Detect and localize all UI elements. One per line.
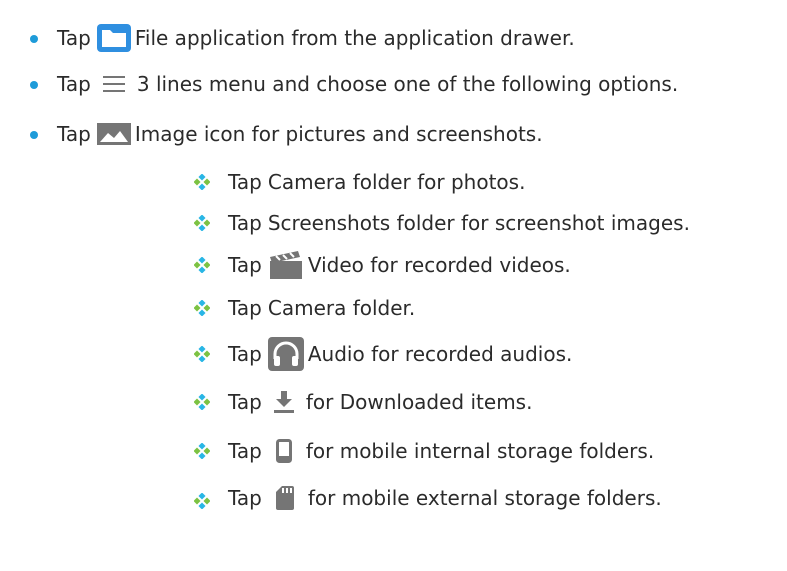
sub-list-item: Tap Audio for recorded audios.	[228, 334, 572, 374]
diamond-bullet-icon	[194, 443, 210, 459]
diamond-bullet-icon	[194, 215, 210, 231]
sd-card-icon	[275, 486, 294, 510]
item-prefix: Tap	[228, 439, 262, 463]
sub-list-item: Tap Video for recorded videos.	[228, 245, 571, 285]
list-item: Tap File application from the applicatio…	[57, 18, 575, 58]
sub-list-item: Tap Camera folder.	[228, 288, 415, 328]
item-text: Camera folder for photos.	[267, 170, 526, 194]
headphones-icon	[267, 337, 304, 371]
bullet-dot	[30, 131, 38, 139]
diamond-bullet-icon	[194, 174, 210, 190]
item-text: 3 lines menu and choose one of the follo…	[136, 72, 679, 96]
bullet-dot	[30, 81, 38, 89]
item-text: for Downloaded items.	[305, 390, 533, 414]
sub-list-item: Tap Screenshots folder for screenshot im…	[228, 203, 690, 243]
sub-list-item: Tap for Downloaded items.	[228, 382, 532, 422]
menu-icon	[102, 76, 125, 92]
sub-list-item: Tap for mobile external storage folders.	[228, 478, 662, 518]
video-icon	[268, 251, 304, 279]
item-text: Camera folder.	[267, 296, 416, 320]
phone-icon	[275, 439, 292, 463]
item-prefix: Tap	[57, 122, 91, 146]
sub-list-item: Tap Camera folder for photos.	[228, 162, 525, 202]
item-prefix: Tap	[228, 253, 262, 277]
item-text: Audio for recorded audios.	[307, 342, 573, 366]
diamond-bullet-icon	[194, 493, 210, 509]
item-prefix: Tap	[57, 26, 91, 50]
instructions-document: Tap File application from the applicatio…	[0, 0, 787, 571]
list-item: Tap 3 lines menu and choose one of the f…	[57, 64, 678, 104]
bullet-dot	[30, 35, 38, 43]
item-prefix: Tap	[228, 342, 262, 366]
download-icon	[273, 391, 294, 413]
item-prefix: Tap	[228, 296, 262, 320]
item-text: Image icon for pictures and screenshots.	[134, 122, 543, 146]
list-item: Tap Image icon for pictures and screensh…	[57, 114, 543, 154]
item-text: Video for recorded videos.	[307, 253, 571, 277]
item-text: Screenshots folder for screenshot images…	[267, 211, 690, 235]
diamond-bullet-icon	[194, 346, 210, 362]
item-text: for mobile external storage folders.	[307, 486, 662, 510]
item-prefix: Tap	[228, 170, 262, 194]
item-prefix: Tap	[228, 211, 262, 235]
diamond-bullet-icon	[194, 257, 210, 273]
item-text: for mobile internal storage folders.	[305, 439, 655, 463]
diamond-bullet-icon	[194, 394, 210, 410]
item-prefix: Tap	[228, 486, 262, 510]
image-icon	[96, 123, 131, 145]
item-prefix: Tap	[228, 390, 262, 414]
item-text: File application from the application dr…	[134, 26, 575, 50]
folder-icon	[96, 24, 131, 52]
diamond-bullet-icon	[194, 300, 210, 316]
sub-list-item: Tap for mobile internal storage folders.	[228, 431, 654, 471]
item-prefix: Tap	[57, 72, 91, 96]
